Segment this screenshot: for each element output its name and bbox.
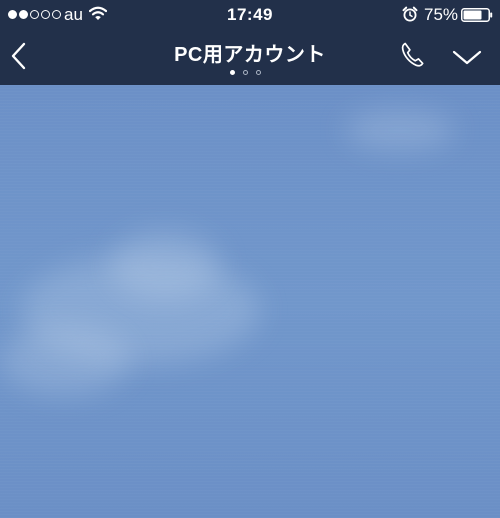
page-indicator-dot <box>243 70 248 75</box>
chat-screen: au 17:49 75% PC用アカウント <box>0 0 500 518</box>
battery-icon <box>461 8 493 22</box>
status-bar: au 17:49 75% <box>0 0 500 30</box>
navigation-bar: PC用アカウント <box>0 30 500 85</box>
battery-percentage: 75% <box>424 5 459 24</box>
header-bar: au 17:49 75% PC用アカウント <box>0 0 500 85</box>
alarm-clock-icon <box>402 6 418 22</box>
chevron-down-icon[interactable] <box>451 47 483 67</box>
chat-background[interactable] <box>0 85 500 518</box>
page-indicator <box>230 70 261 75</box>
phone-icon[interactable] <box>398 40 426 70</box>
cloud-decoration <box>110 230 220 300</box>
cloud-decoration <box>345 110 455 150</box>
page-indicator-dot <box>230 70 235 75</box>
cloud-decoration <box>0 325 130 395</box>
page-indicator-dot <box>256 70 261 75</box>
